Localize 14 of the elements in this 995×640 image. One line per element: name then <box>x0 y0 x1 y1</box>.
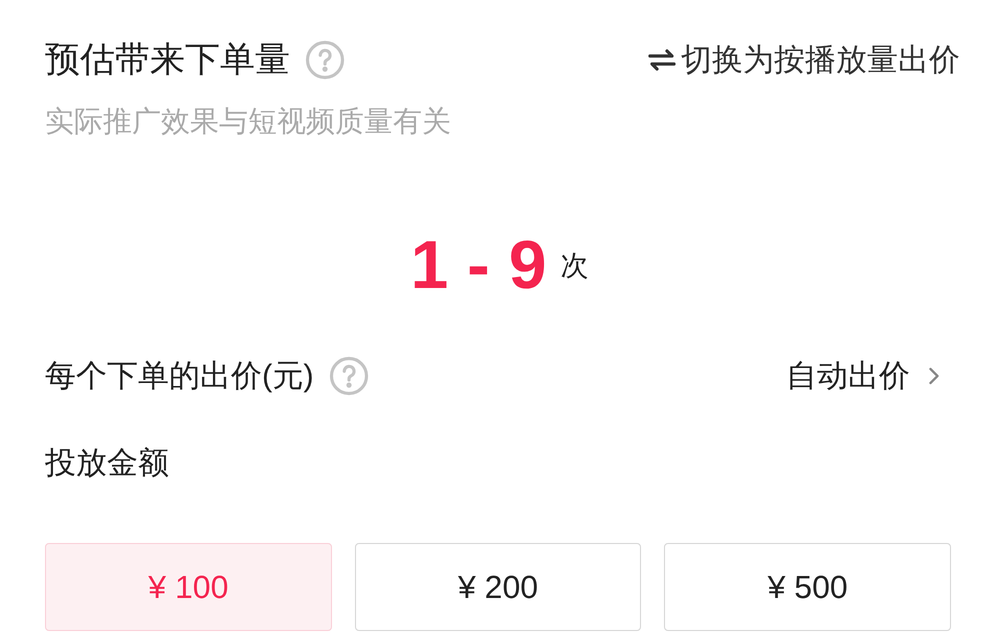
bid-label: 每个下单的出价(元) <box>45 357 314 395</box>
switch-bid-link[interactable]: 切换为按播放量出价 <box>647 38 960 82</box>
section-title: 预估带来下单量 <box>45 39 290 81</box>
budget-label: 投放金额 <box>45 444 170 482</box>
help-icon[interactable] <box>328 355 370 397</box>
estimate-range: 1 - 9 <box>410 228 547 302</box>
auto-bid-selector[interactable]: 自动出价 <box>786 354 948 398</box>
amount-option[interactable]: ¥ 200 <box>354 543 642 631</box>
estimate-unit: 次 <box>560 249 589 283</box>
amount-option[interactable]: ¥ 100 <box>45 543 332 631</box>
help-icon[interactable] <box>304 39 346 81</box>
subtitle: 实际推广效果与短视频质量有关 <box>45 105 452 140</box>
amount-option[interactable]: ¥ 500 <box>664 543 951 631</box>
swap-icon <box>647 47 677 73</box>
